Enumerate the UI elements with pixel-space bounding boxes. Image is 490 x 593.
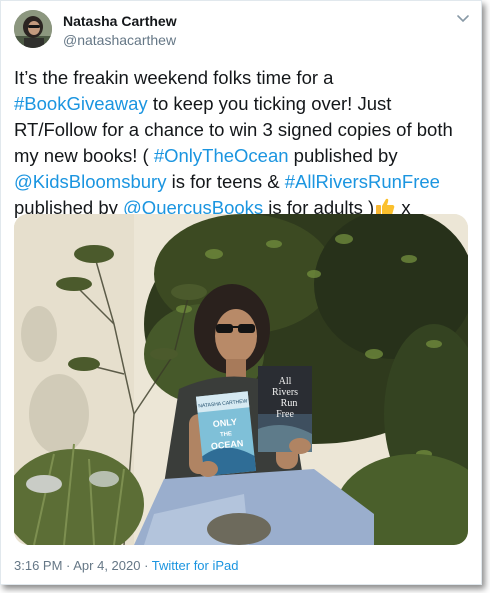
tweet-text-segment: to keep you ticking over! Just <box>147 93 392 114</box>
tweet-text-segment: RT/Follow for a chance to win 3 signed c… <box>14 119 453 140</box>
hashtag-link[interactable]: #BookGiveaway <box>14 93 148 114</box>
book-right-title-2: Rivers <box>272 387 298 398</box>
chevron-down-icon[interactable] <box>456 13 470 25</box>
avatar[interactable] <box>14 10 52 48</box>
hashtag-link[interactable]: #AllRiversRunFree <box>285 171 440 192</box>
book-right-title-3: Run <box>281 398 298 409</box>
tweet-meta: 3:16 PM · Apr 4, 2020 · Twitter for iPad <box>14 558 239 573</box>
timestamp[interactable]: 3:16 PM · Apr 4, 2020 · <box>14 558 152 573</box>
tweet-text-segment: is for teens & <box>166 171 285 192</box>
tweet-text-line: It’s the freakin weekend folks time for … <box>14 65 470 91</box>
tweet-text-line: RT/Follow for a chance to win 3 signed c… <box>14 117 470 143</box>
user-handle[interactable]: @natashacarthew <box>63 32 176 48</box>
tweet-text-segment: It’s the freakin weekend folks time for … <box>14 67 334 88</box>
tweet-text-segment: published by <box>288 145 398 166</box>
tweet-text-segment: my new books! ( <box>14 145 154 166</box>
book-right-title-4: Free <box>276 409 294 420</box>
source-link[interactable]: Twitter for iPad <box>152 558 239 573</box>
tweet-text: It’s the freakin weekend folks time for … <box>14 65 470 221</box>
hashtag-link[interactable]: #OnlyTheOcean <box>154 145 289 166</box>
user-name[interactable]: Natasha Carthew <box>63 13 177 29</box>
tweet-text-line: my new books! ( #OnlyTheOcean published … <box>14 143 470 169</box>
book-right-title-1: All <box>279 376 292 387</box>
tweet-card: Natasha Carthew @natashacarthew It’s the… <box>0 0 482 585</box>
tweet-text-line: @KidsBloomsbury is for teens & #AllRiver… <box>14 169 470 195</box>
book-left-title-2: THE <box>220 431 233 438</box>
tweet-photo[interactable]: NATASHA CARTHEW ONLY THE OCEAN All River… <box>14 214 468 545</box>
tweet-text-line: #BookGiveaway to keep you ticking over! … <box>14 91 470 117</box>
mention-link[interactable]: @KidsBloomsbury <box>14 171 166 192</box>
